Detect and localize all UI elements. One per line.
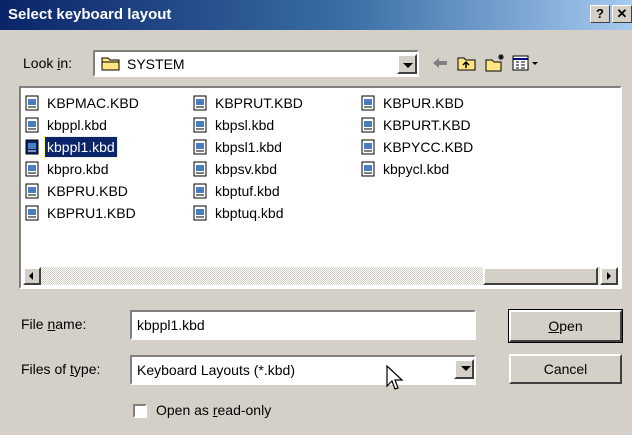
file-type-select[interactable]: Keyboard Layouts (*.kbd) [130,355,476,385]
file-name: kbptuf.kbd [215,183,280,199]
kbd-file-icon [193,183,207,199]
kbd-file-icon [25,139,39,155]
chevron-right-icon [607,272,611,280]
close-button[interactable]: ✕ [612,5,632,23]
file-name: kbpsl.kbd [215,117,275,133]
file-name: KBPRUT.KBD [215,95,303,111]
scroll-left-button[interactable] [23,267,41,285]
file-name-label-post: ame: [55,316,87,332]
kbd-file-icon [193,139,207,155]
mouse-pointer-icon [386,364,404,393]
file-name-value: kbppl1.kbd [137,317,205,333]
file-list[interactable]: KBPMAC.KBD kbppl.kbd kbppl1.kbd kbpro.kb… [19,86,622,289]
new-folder-icon[interactable] [484,52,506,74]
readonly-label[interactable]: Open as read-only [156,402,271,418]
file-name: kbpycl.kbd [383,161,450,177]
open-button-key: O [548,318,560,334]
scroll-thumb[interactable] [483,267,598,285]
cancel-button[interactable]: Cancel [509,354,622,384]
file-type-dropdown-button[interactable] [454,359,474,379]
file-name: KBPYCC.KBD [383,139,474,155]
kbd-file-icon [361,95,375,111]
kbd-file-icon [25,117,39,133]
file-name: kbppl.kbd [47,117,107,133]
chevron-left-icon [29,272,33,280]
kbd-file-icon [25,205,39,221]
horizontal-scrollbar[interactable] [23,267,618,285]
chevron-down-icon [461,366,471,371]
file-name-label: File name: [21,316,86,332]
file-name: kbpro.kbd [47,161,109,177]
kbd-file-icon [361,161,375,177]
folder-icon [101,55,121,72]
file-name-input[interactable]: kbppl1.kbd [130,310,476,340]
kbd-file-icon [25,161,39,177]
look-in-combobox[interactable]: SYSTEM [93,50,419,77]
up-folder-icon[interactable] [456,52,478,74]
kbd-file-icon [25,183,39,199]
look-in-value: SYSTEM [127,56,185,72]
kbd-file-icon [193,95,207,111]
file-type-label: Files of type: [21,361,100,377]
kbd-file-icon [361,117,375,133]
file-name: kbpsl1.kbd [215,139,282,155]
file-name: KBPRU.KBD [47,183,128,199]
file-type-value: Keyboard Layouts (*.kbd) [137,362,295,378]
file-name: KBPUR.KBD [383,95,464,111]
file-name-label-pre: File [21,316,48,332]
kbd-file-icon [361,139,375,155]
kbd-file-icon [25,95,39,111]
window-title: Select keyboard layout [8,6,172,23]
open-button[interactable]: Open [508,309,623,343]
scroll-right-button[interactable] [600,267,618,285]
file-name: kbppl1.kbd [44,136,118,158]
back-arrow-icon[interactable] [429,52,451,74]
file-type-label-pre: Files of [21,361,71,377]
title-bar[interactable]: Select keyboard layout ? ✕ [0,0,632,30]
file-name: kbpsv.kbd [215,161,277,177]
file-name: kbptuq.kbd [215,205,284,221]
chevron-down-icon [403,63,413,68]
help-button[interactable]: ? [590,5,610,23]
readonly-label-pre: Open as [156,402,213,418]
view-menu-icon[interactable] [511,52,541,74]
look-in-label-post: n: [60,55,73,71]
file-name: KBPURT.KBD [383,117,471,133]
kbd-file-icon [193,161,207,177]
open-button-rest: pen [559,318,583,334]
look-in-label-pre: Look [23,55,58,71]
file-type-label-post: ype: [73,361,101,377]
kbd-file-icon [193,117,207,133]
file-name: KBPMAC.KBD [47,95,139,111]
readonly-label-post: ead-only [217,402,272,418]
look-in-dropdown-button[interactable] [397,54,417,74]
kbd-file-icon [193,205,207,221]
select-keyboard-layout-dialog: Select keyboard layout ? ✕ Look in: SYST… [0,0,632,435]
readonly-checkbox[interactable] [133,404,147,418]
file-name: KBPRU1.KBD [47,205,136,221]
look-in-label: Look in: [23,55,72,71]
